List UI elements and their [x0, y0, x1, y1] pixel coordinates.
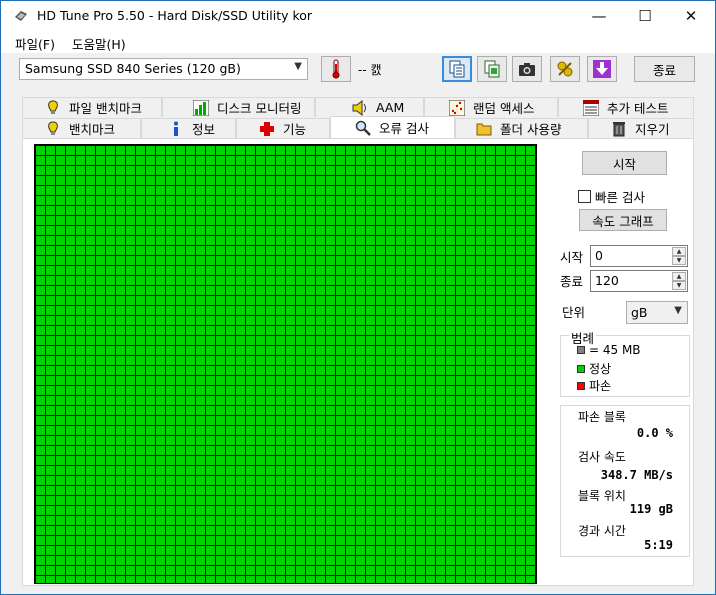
unit-select[interactable]: gB ▼	[626, 301, 688, 324]
tab-label: 랜덤 액세스	[473, 101, 535, 116]
legend-block-size: = 45 MB	[577, 343, 641, 357]
unit-label: 단위	[562, 305, 586, 320]
tools-icon	[557, 61, 573, 77]
menu-bar: 파일(F) 도움말(H)	[1, 31, 715, 53]
tab-error-scan[interactable]: 오류 검사	[330, 116, 455, 138]
copy-all-icon	[484, 60, 500, 78]
health-icon	[259, 121, 275, 137]
start-field-label: 시작	[560, 250, 584, 265]
spin-down-icon[interactable]: ▼	[672, 281, 686, 290]
temperature-readout: -- 캜	[358, 63, 382, 77]
legend-block-size-text: = 45 MB	[589, 343, 641, 357]
scan-speed-label: 검사 속도	[578, 450, 626, 464]
block-position-value: 119 gB	[629, 502, 673, 516]
damaged-blocks-value: 0.0 %	[636, 426, 673, 440]
elapsed-value: 5:19	[644, 538, 673, 552]
legend-ok: 정상	[577, 360, 611, 377]
magnifier-icon	[355, 120, 371, 136]
tab-disk-monitor[interactable]: 디스크 모니터링	[162, 97, 315, 117]
close-button[interactable]: ✕	[668, 1, 714, 31]
elapsed-label: 경과 시간	[578, 524, 626, 538]
block-map	[34, 144, 537, 584]
red-swatch-icon	[577, 381, 585, 390]
screenshot-button[interactable]	[512, 56, 542, 82]
legend-damaged: 파손	[577, 377, 611, 394]
tab-aam[interactable]: AAM	[315, 97, 424, 117]
tab-extra-tests[interactable]: 추가 테스트	[558, 97, 694, 117]
minimize-button[interactable]: —	[576, 1, 622, 31]
spin-up-icon[interactable]: ▲	[672, 272, 686, 281]
file-benchmark-icon	[45, 99, 61, 116]
copy-all-button[interactable]	[477, 56, 507, 82]
legend-damaged-text: 파손	[589, 379, 612, 393]
chevron-down-icon: ▼	[674, 305, 682, 316]
tab-label: 기능	[283, 122, 307, 137]
disk-monitor-icon	[193, 99, 209, 116]
exit-button[interactable]: 종료	[634, 56, 695, 82]
end-field-label: 종료	[560, 274, 584, 289]
benchmark-icon	[45, 120, 61, 137]
block-position-label: 블록 위치	[578, 489, 626, 503]
maximize-button[interactable]: ☐	[622, 1, 668, 31]
speed-graph-button[interactable]: 속도 그래프	[579, 209, 667, 231]
extra-tests-icon	[583, 99, 599, 116]
tab-label: 폴더 사용량	[500, 122, 562, 137]
camera-icon	[519, 63, 535, 76]
tab-label: 디스크 모니터링	[217, 101, 302, 116]
speaker-icon	[352, 99, 368, 116]
damaged-blocks-label: 파손 블록	[578, 410, 626, 424]
checkbox-box[interactable]	[578, 190, 591, 203]
tab-file-benchmark[interactable]: 파일 밴치마크	[22, 97, 162, 117]
menu-file[interactable]: 파일(F)	[15, 34, 55, 53]
toolbar: Samsung SSD 840 Series (120 gB) ▼ -- 캜 종…	[1, 53, 715, 91]
menu-help[interactable]: 도움말(H)	[72, 34, 126, 53]
green-swatch-icon	[577, 364, 585, 373]
download-arrow-icon	[593, 60, 611, 78]
folder-icon	[476, 121, 492, 137]
save-button[interactable]	[587, 56, 617, 82]
info-icon	[168, 121, 184, 137]
random-access-icon	[449, 99, 465, 116]
tab-random-access[interactable]: 랜덤 액세스	[424, 97, 558, 117]
window-title: HD Tune Pro 5.50 - Hard Disk/SSD Utility…	[37, 8, 313, 23]
tab-folder-usage[interactable]: 폴더 사용량	[455, 118, 588, 138]
thermometer-icon	[332, 59, 340, 79]
copy-text-icon	[449, 60, 465, 78]
tab-label: 정보	[192, 122, 216, 137]
tab-erase[interactable]: 지우기	[588, 118, 694, 138]
scan-speed-value: 348.7 MB/s	[600, 468, 673, 482]
title-bar: HD Tune Pro 5.50 - Hard Disk/SSD Utility…	[1, 1, 715, 31]
quick-scan-label: 빠른 검사	[595, 190, 645, 205]
tab-label: AAM	[376, 100, 405, 115]
chevron-down-icon: ▼	[294, 61, 302, 72]
tab-label: 파일 밴치마크	[69, 101, 142, 116]
trash-icon	[611, 121, 627, 137]
tab-label: 지우기	[635, 122, 670, 137]
legend-ok-text: 정상	[589, 362, 612, 376]
drive-select[interactable]: Samsung SSD 840 Series (120 gB) ▼	[19, 58, 308, 80]
tab-benchmark[interactable]: 밴치마크	[22, 118, 141, 138]
options-button[interactable]	[550, 56, 580, 82]
tab-health[interactable]: 기능	[236, 118, 330, 138]
end-spinbox[interactable]: 120 ▲ ▼	[590, 270, 688, 292]
quick-scan-checkbox[interactable]: 빠른 검사	[578, 187, 645, 206]
spin-up-icon[interactable]: ▲	[672, 247, 686, 256]
copy-text-button[interactable]	[442, 56, 472, 82]
start-spinbox[interactable]: 0 ▲ ▼	[590, 245, 688, 267]
hdtune-logo-icon	[15, 11, 27, 21]
drive-select-value: Samsung SSD 840 Series (120 gB)	[25, 61, 241, 76]
start-button[interactable]: 시작	[582, 151, 667, 175]
start-value: 0	[595, 248, 603, 263]
tab-label: 밴치마크	[69, 122, 116, 137]
end-value: 120	[595, 273, 619, 288]
spin-down-icon[interactable]: ▼	[672, 256, 686, 265]
temperature-button[interactable]	[321, 56, 351, 82]
app-window: HD Tune Pro 5.50 - Hard Disk/SSD Utility…	[0, 0, 716, 595]
gray-swatch-icon	[577, 346, 585, 354]
tab-info[interactable]: 정보	[141, 118, 236, 138]
tab-label: 오류 검사	[379, 121, 429, 136]
unit-select-value: gB	[631, 305, 648, 320]
tab-label: 추가 테스트	[607, 101, 669, 116]
